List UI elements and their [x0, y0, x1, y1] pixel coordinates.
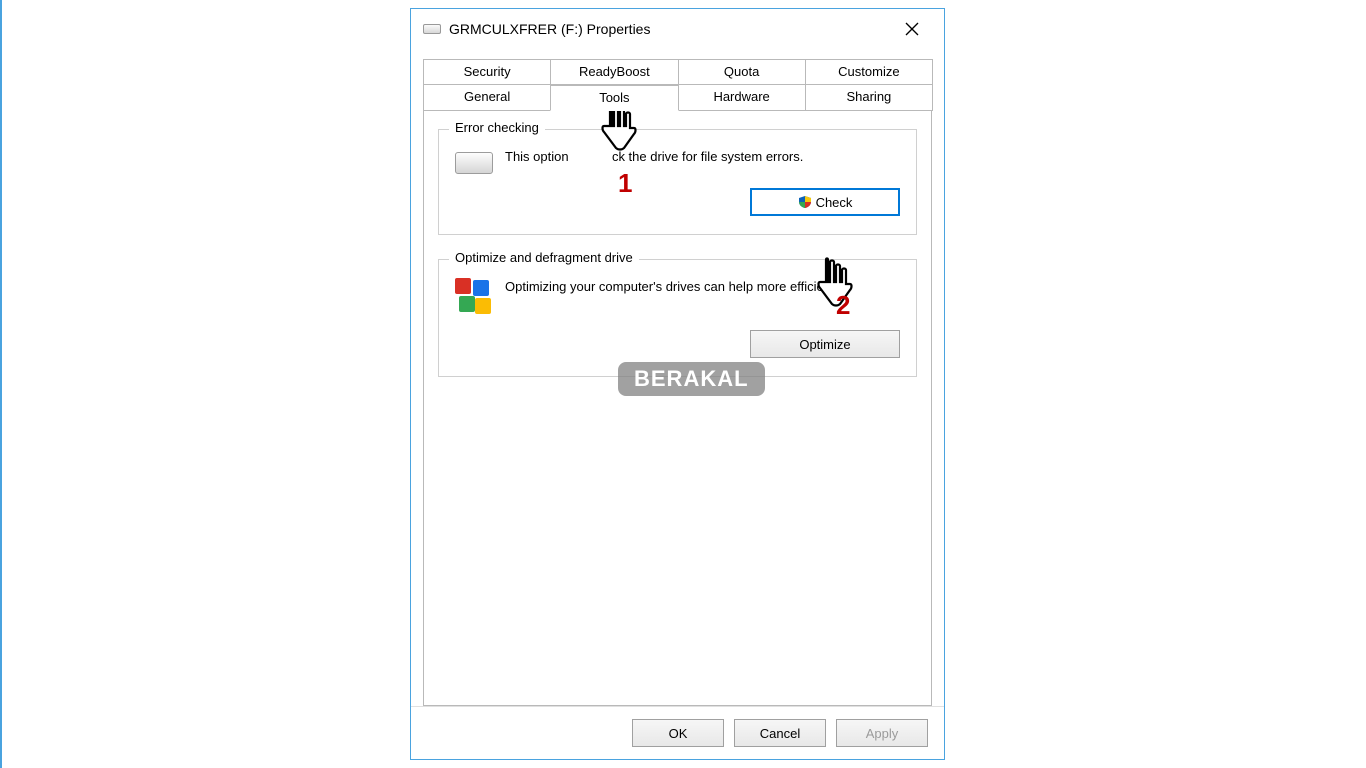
apply-label: Apply [866, 726, 899, 741]
uac-shield-icon [798, 195, 812, 209]
defrag-icon [455, 278, 493, 316]
titlebar: GRMCULXFRER (F:) Properties [411, 9, 944, 49]
tab-general[interactable]: General [423, 85, 551, 111]
tab-hardware[interactable]: Hardware [678, 85, 806, 111]
tab-customize[interactable]: Customize [805, 59, 933, 85]
check-button-label: Check [816, 195, 853, 210]
close-button[interactable] [892, 14, 932, 44]
error-checking-desc-b: ck the drive for file system errors. [612, 149, 803, 164]
properties-dialog: GRMCULXFRER (F:) Properties Security Rea… [410, 8, 945, 760]
optimize-desc: Optimizing your computer's drives can he… [505, 278, 900, 296]
drive-icon [423, 24, 441, 34]
optimize-legend: Optimize and defragment drive [449, 250, 639, 265]
optimize-button-label: Optimize [799, 337, 850, 352]
cancel-label: Cancel [760, 726, 800, 741]
error-checking-legend: Error checking [449, 120, 545, 135]
apply-button: Apply [836, 719, 928, 747]
tab-content-tools: Error checking This option ck the drive … [423, 111, 932, 706]
page-accent-border [0, 0, 2, 768]
close-icon [905, 22, 919, 36]
error-checking-desc: This option ck the drive for file system… [505, 148, 900, 166]
error-checking-desc-a: This option [505, 149, 569, 164]
tab-sharing[interactable]: Sharing [805, 85, 933, 111]
tab-quota[interactable]: Quota [678, 59, 806, 85]
optimize-button[interactable]: Optimize [750, 330, 900, 358]
check-button[interactable]: Check [750, 188, 900, 216]
error-checking-group: Error checking This option ck the drive … [438, 129, 917, 235]
ok-button[interactable]: OK [632, 719, 724, 747]
drive-large-icon [455, 152, 493, 174]
window-title: GRMCULXFRER (F:) Properties [449, 21, 892, 37]
dialog-button-row: OK Cancel Apply [411, 706, 944, 759]
cancel-button[interactable]: Cancel [734, 719, 826, 747]
tab-security[interactable]: Security [423, 59, 551, 85]
optimize-group: Optimize and defragment drive Optimizing… [438, 259, 917, 377]
tab-readyboost[interactable]: ReadyBoost [550, 59, 678, 85]
tab-strip: Security ReadyBoost Quota Customize Gene… [411, 49, 944, 111]
tab-tools[interactable]: Tools [550, 85, 678, 111]
ok-label: OK [669, 726, 688, 741]
